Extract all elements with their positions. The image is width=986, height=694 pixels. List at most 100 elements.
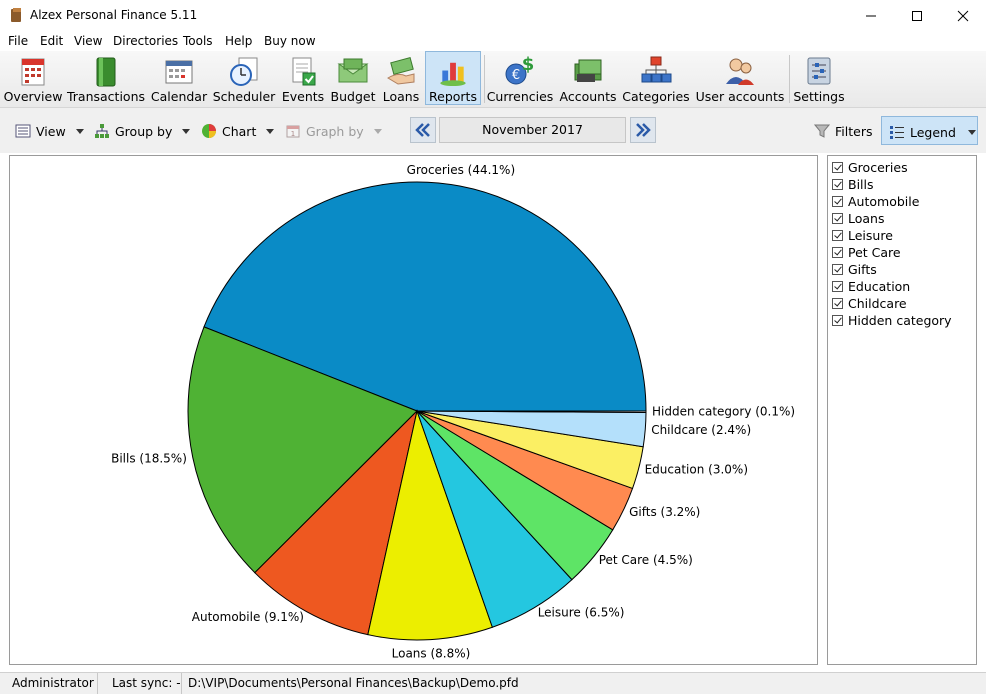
- chevron-down-icon: [373, 128, 382, 134]
- title-bar: Alzex Personal Finance 5.11: [0, 0, 986, 31]
- double-chevron-right-icon: [636, 123, 651, 137]
- checkbox[interactable]: [832, 213, 843, 224]
- group-by-dropdown[interactable]: Group by: [94, 121, 191, 141]
- budget-button[interactable]: Budget: [330, 51, 376, 105]
- budget-label: Budget: [330, 89, 376, 104]
- currencies-icon: € $: [505, 54, 534, 85]
- legend-item-bills[interactable]: Bills: [832, 176, 874, 193]
- reports-button[interactable]: Reports: [425, 51, 481, 105]
- group-by-label: Group by: [115, 123, 173, 139]
- scheduler-icon: [230, 57, 258, 86]
- menu-bar: File Edit View Directories Tools Help Bu…: [0, 31, 986, 51]
- checkbox[interactable]: [832, 247, 843, 258]
- settings-label: Settings: [793, 89, 845, 104]
- legend-item-groceries[interactable]: Groceries: [832, 159, 908, 176]
- legend-panel: Groceries Bills Automobile Loans Leisure…: [827, 155, 977, 665]
- toolbar-separator: [484, 55, 485, 103]
- next-period-button[interactable]: [630, 117, 656, 143]
- checkbox[interactable]: [832, 264, 843, 275]
- accounts-button[interactable]: Accounts: [558, 51, 618, 105]
- menu-edit[interactable]: Edit: [40, 34, 63, 48]
- status-last-sync: Last sync: -: [100, 673, 182, 694]
- currencies-button[interactable]: € $ Currencies: [486, 51, 554, 105]
- app-icon: [11, 8, 21, 22]
- graph-by-dropdown[interactable]: 1 Graph by: [285, 121, 382, 141]
- legend-item-label: Bills: [848, 177, 874, 192]
- menu-file[interactable]: File: [8, 34, 28, 48]
- overview-button[interactable]: Overview: [4, 51, 62, 105]
- group-by-icon: [95, 124, 109, 138]
- view-dropdown[interactable]: View: [15, 121, 84, 141]
- legend-item-label: Loans: [848, 211, 885, 226]
- categories-button[interactable]: Categories: [622, 51, 690, 105]
- legend-item-loans[interactable]: Loans: [832, 210, 885, 227]
- settings-icon: [807, 57, 831, 85]
- period-display[interactable]: November 2017: [439, 117, 626, 143]
- maximize-button[interactable]: [894, 0, 940, 31]
- pie-slice-label: Groceries (44.1%): [407, 163, 516, 177]
- legend-item-label: Education: [848, 279, 911, 294]
- chevron-down-icon[interactable]: [967, 129, 976, 135]
- legend-item-education[interactable]: Education: [832, 278, 910, 295]
- minimize-button[interactable]: [848, 0, 894, 31]
- close-icon: [957, 10, 969, 21]
- user-accounts-button[interactable]: User accounts: [696, 51, 784, 105]
- legend-item-childcare[interactable]: Childcare: [832, 295, 907, 312]
- transactions-button[interactable]: Transactions: [67, 51, 145, 105]
- scheduler-button[interactable]: Scheduler: [213, 51, 275, 105]
- currencies-label: Currencies: [486, 89, 554, 104]
- menu-directories[interactable]: Directories: [113, 34, 178, 48]
- checkbox[interactable]: [832, 196, 843, 207]
- settings-button[interactable]: Settings: [793, 51, 845, 105]
- pie-slice-label: Bills (18.5%): [111, 452, 187, 466]
- close-button[interactable]: [940, 0, 986, 31]
- pie-chart: Groceries (44.1%) Bills (18.5%) Automobile…: [111, 163, 795, 661]
- accounts-icon: [574, 59, 602, 82]
- status-user: Administrator: [0, 673, 98, 694]
- pie-slice-label: Childcare (2.4%): [651, 423, 751, 437]
- filters-label: Filters: [835, 123, 873, 139]
- legend-item-label: Gifts: [848, 262, 877, 277]
- legend-item-hidden-category[interactable]: Hidden category: [832, 312, 952, 329]
- checkbox[interactable]: [832, 179, 843, 190]
- checkbox[interactable]: [832, 162, 843, 173]
- chart-panel: Groceries (44.1%) Bills (18.5%) Automobile…: [9, 155, 818, 665]
- legend-item-label: Groceries: [848, 160, 908, 175]
- events-label: Events: [281, 89, 325, 104]
- reports-icon: [440, 62, 466, 87]
- menu-buy-now[interactable]: Buy now: [264, 34, 316, 48]
- previous-period-button[interactable]: [410, 117, 436, 143]
- filter-icon: [814, 124, 830, 138]
- pie-slice-label: Loans (8.8%): [392, 647, 471, 661]
- legend-item-leisure[interactable]: Leisure: [832, 227, 893, 244]
- maximize-icon: [912, 10, 922, 21]
- menu-help[interactable]: Help: [225, 34, 252, 48]
- chart-label: Chart: [222, 123, 257, 139]
- loans-label: Loans: [382, 89, 420, 104]
- filters-button[interactable]: Filters: [814, 121, 872, 141]
- checkbox[interactable]: [832, 315, 843, 326]
- view-icon: [15, 124, 31, 138]
- pie-slice-label: Pet Care (4.5%): [599, 553, 693, 567]
- events-button[interactable]: Events: [280, 51, 326, 105]
- menu-tools[interactable]: Tools: [183, 34, 213, 48]
- categories-icon: [641, 56, 672, 83]
- loans-button[interactable]: Loans: [380, 51, 422, 105]
- transactions-label: Transactions: [66, 89, 146, 104]
- pie-slice-label: Automobile (9.1%): [192, 610, 304, 624]
- legend-item-pet-care[interactable]: Pet Care: [832, 244, 901, 261]
- calendar-button[interactable]: Calendar: [150, 51, 208, 105]
- legend-item-automobile[interactable]: Automobile: [832, 193, 919, 210]
- checkbox[interactable]: [832, 298, 843, 309]
- pie-slice-label: Education (3.0%): [645, 462, 748, 476]
- checkbox[interactable]: [832, 281, 843, 292]
- calendar-icon: [165, 60, 193, 84]
- svg-text:€: €: [512, 68, 520, 83]
- minimize-icon: [866, 15, 876, 16]
- legend-item-label: Childcare: [848, 296, 907, 311]
- checkbox[interactable]: [832, 230, 843, 241]
- legend-button-content[interactable]: Legend: [889, 122, 976, 142]
- menu-view[interactable]: View: [74, 34, 102, 48]
- legend-item-gifts[interactable]: Gifts: [832, 261, 877, 278]
- chart-dropdown[interactable]: Chart: [201, 121, 275, 141]
